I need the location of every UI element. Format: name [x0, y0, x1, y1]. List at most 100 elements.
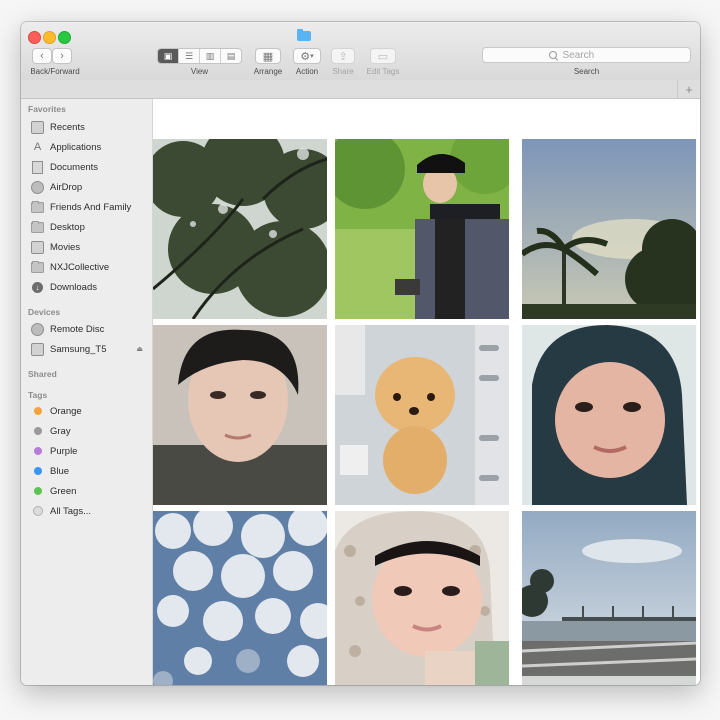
gallery-view-button[interactable]: ▤ [221, 49, 241, 63]
tags-heading: Tags [28, 390, 48, 400]
sidebar-item-samsung-t5[interactable]: Samsung_T5 ⏏ [31, 341, 149, 357]
back-forward-label: Back/Forward [30, 67, 80, 76]
eject-icon[interactable]: ⏏ [136, 345, 143, 353]
sidebar-item-tag[interactable]: Green [31, 483, 149, 499]
sidebar-item-downloads[interactable]: ↓ Downloads [31, 279, 149, 295]
edit-tags-button[interactable]: ▭ [370, 48, 396, 64]
sidebar-item-label: Purple [50, 445, 78, 457]
devices-heading: Devices [28, 307, 61, 317]
sidebar-item-airdrop[interactable]: AirDrop [31, 179, 149, 195]
chevron-left-icon: ‹ [40, 50, 44, 62]
sidebar-item-label: Friends And Family [50, 201, 132, 213]
sidebar-item-applications[interactable]: A Applications [31, 139, 149, 155]
sidebar-item-label: Gray [50, 425, 71, 437]
palm-tree-sky-photo[interactable] [522, 139, 696, 319]
sidebar-item-label: Applications [50, 141, 102, 153]
sidebar-item-friends-and-family[interactable]: Friends And Family [31, 199, 149, 215]
folder-icon [31, 200, 44, 214]
airdrop-icon [31, 180, 44, 194]
search-input[interactable] [560, 48, 625, 62]
sidebar: Favorites Recents A Applications Documen… [21, 99, 153, 685]
sidebar-item-label: All Tags... [50, 505, 92, 517]
download-icon: ↓ [31, 281, 44, 294]
toolbar: ‹ › Back/Forward ▣ ☰ ▥ ▤ View ▦ Arrange … [21, 22, 700, 81]
sidebar-item-label: Green [50, 485, 77, 497]
share-icon: ⇪ [338, 50, 348, 63]
plush-toy-photo[interactable] [335, 325, 509, 505]
sidebar-item-label: Desktop [50, 221, 85, 233]
gear-icon: ⚙ [300, 50, 311, 63]
tab-bar: + [21, 80, 700, 99]
sidebar-item-movies[interactable]: Movies [31, 239, 149, 255]
selfie-hijab-floral-photo[interactable] [335, 511, 509, 685]
search-icon [548, 51, 557, 59]
film-icon [31, 240, 44, 254]
sidebar-item-label: Documents [50, 161, 99, 173]
sidebar-item-label: AirDrop [50, 181, 83, 193]
back-button[interactable]: ‹ [32, 48, 52, 64]
sidebar-item-label: Recents [50, 121, 85, 133]
finder-window: ‹ › Back/Forward ▣ ☰ ▥ ▤ View ▦ Arrange … [21, 22, 700, 685]
tag-dot-icon [31, 425, 44, 438]
folder-icon [297, 29, 311, 41]
applications-icon: A [33, 141, 42, 153]
sidebar-item-tag[interactable]: Orange [31, 403, 149, 419]
folder-icon [31, 220, 44, 234]
man-in-cap-photo[interactable] [335, 139, 509, 319]
search-field[interactable] [482, 47, 691, 63]
disc-icon [31, 322, 44, 336]
icon-view-icon: ▣ [163, 50, 173, 61]
sidebar-item-documents[interactable]: Documents [31, 159, 149, 175]
action-label: Action [295, 67, 319, 76]
sidebar-item-label: Blue [50, 465, 70, 477]
share-button[interactable]: ⇪ [331, 48, 355, 64]
list-view-button[interactable]: ☰ [179, 49, 200, 63]
sidebar-item-recents[interactable]: Recents [31, 119, 149, 135]
sidebar-item-label: Samsung_T5 [50, 343, 107, 355]
minimize-button[interactable] [43, 31, 56, 44]
action-button[interactable]: ⚙ ▾ [293, 48, 321, 64]
tree-canopy-photo[interactable] [153, 139, 327, 319]
selfie-hijab-black-photo[interactable] [522, 325, 696, 505]
document-icon [31, 160, 44, 174]
gallery-view-icon: ▤ [226, 50, 236, 61]
portrait-man-photo[interactable] [153, 325, 327, 505]
pier-landscape-photo[interactable] [522, 511, 696, 685]
view-segmented-control[interactable]: ▣ ☰ ▥ ▤ [157, 48, 242, 64]
chevron-down-icon: ▾ [310, 53, 314, 60]
arrange-label: Arrange [253, 67, 283, 76]
tag-dot-icon [31, 505, 44, 518]
sidebar-item-desktop[interactable]: Desktop [31, 219, 149, 235]
sidebar-item-tag[interactable]: Blue [31, 463, 149, 479]
list-view-icon: ☰ [184, 50, 194, 61]
sidebar-item-tag[interactable]: Gray [31, 423, 149, 439]
clock-icon [31, 120, 44, 134]
search-label: Search [573, 67, 600, 76]
cloudy-sky-photo[interactable] [153, 511, 327, 685]
favorites-heading: Favorites [28, 104, 66, 114]
column-view-button[interactable]: ▥ [200, 49, 221, 63]
sidebar-item-tag[interactable]: Purple [31, 443, 149, 459]
view-label: View [190, 67, 209, 76]
arrange-button[interactable]: ▦ [255, 48, 281, 64]
sidebar-item-tag[interactable]: All Tags... [31, 503, 149, 519]
column-view-icon: ▥ [205, 50, 215, 61]
tag-icon: ▭ [377, 50, 389, 63]
tag-dot-icon [31, 405, 44, 418]
sidebar-item-nxjcollective[interactable]: NXJCollective [31, 259, 149, 275]
sidebar-item-remote-disc[interactable]: Remote Disc [31, 321, 149, 337]
tag-dot-icon [31, 485, 44, 498]
sidebar-item-label: NXJCollective [50, 261, 110, 273]
tag-dot-icon [31, 465, 44, 478]
forward-button[interactable]: › [52, 48, 72, 64]
chevron-right-icon: › [60, 50, 64, 62]
close-button[interactable] [28, 31, 41, 44]
share-label: Share [332, 67, 354, 76]
edit-tags-label: Edit Tags [366, 67, 400, 76]
sidebar-item-label: Orange [50, 405, 82, 417]
new-tab-button[interactable]: + [677, 80, 700, 98]
icon-view-button[interactable]: ▣ [158, 49, 179, 63]
zoom-button[interactable] [58, 31, 71, 44]
sidebar-item-label: Remote Disc [50, 323, 105, 335]
tag-dot-icon [31, 445, 44, 458]
